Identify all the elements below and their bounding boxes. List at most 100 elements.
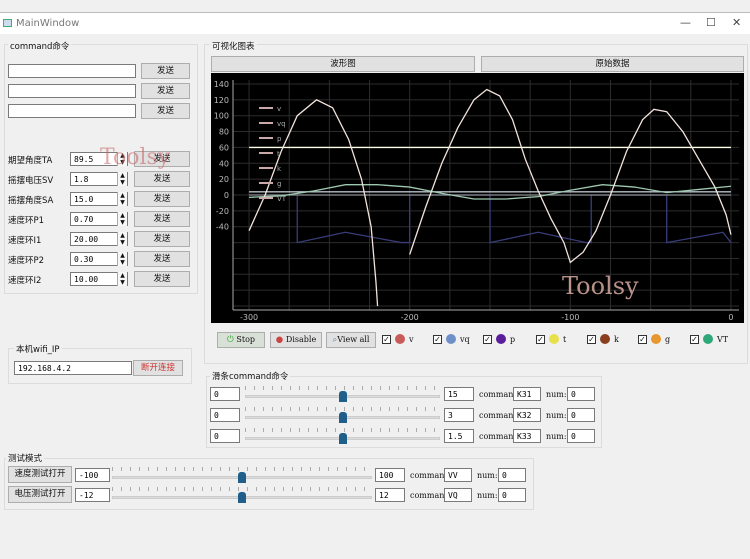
series-checkbox[interactable]: ✓ — [483, 335, 492, 344]
command-group-title: command命令 — [8, 40, 72, 52]
slider-max-input[interactable] — [375, 488, 405, 502]
command-input[interactable] — [444, 468, 472, 482]
series-checkbox[interactable]: ✓ — [382, 335, 391, 344]
y-tick-label: -40 — [216, 223, 229, 232]
spin-arrows-icon[interactable]: ▲ ▼ — [117, 192, 127, 206]
spin-arrows-icon[interactable]: ▲ ▼ — [117, 272, 127, 286]
legend-label: vq — [277, 120, 286, 128]
value-slider[interactable] — [245, 426, 440, 444]
slider-max-input[interactable] — [444, 429, 474, 443]
ip-input[interactable] — [14, 361, 132, 375]
series-color-icon — [446, 334, 456, 344]
disable-button[interactable]: ● Disable — [270, 332, 322, 348]
title-bar: MainWindow — ☐ ✕ — [0, 12, 750, 34]
series-checkbox[interactable]: ✓ — [638, 335, 647, 344]
y-tick-label: 120 — [214, 96, 229, 105]
spin-arrows-icon[interactable]: ▲ ▼ — [117, 252, 127, 266]
param-send-button[interactable]: 发送 — [134, 251, 190, 267]
slider-max-input[interactable] — [444, 408, 474, 422]
slider-min-input[interactable] — [210, 387, 240, 401]
slider-min-input[interactable] — [75, 468, 110, 482]
slider-handle[interactable] — [338, 412, 347, 423]
value-slider[interactable] — [112, 485, 372, 503]
slider-max-input[interactable] — [444, 387, 474, 401]
window-title: MainWindow — [16, 18, 80, 29]
command-input-1[interactable] — [8, 64, 136, 78]
spin-arrows-icon[interactable]: ▲ ▼ — [117, 232, 127, 246]
num-label: num: — [477, 491, 498, 500]
waveform-plot[interactable]: 140 120 100 80 60 40 20 0 -20 -40 -300 -200 -100 0 v vq… — [211, 73, 744, 323]
tab-waveform[interactable]: 波形图 — [211, 56, 475, 72]
param-send-button[interactable]: 发送 — [134, 271, 190, 287]
command-input-2[interactable] — [8, 84, 136, 98]
value-slider[interactable] — [245, 384, 440, 402]
close-button[interactable]: ✕ — [732, 16, 741, 29]
slider-group-title: 滑条command命令 — [210, 370, 291, 382]
maximize-button[interactable]: ☐ — [706, 16, 716, 29]
legend-label: g — [277, 180, 281, 188]
param-send-button[interactable]: 发送 — [134, 231, 190, 247]
series-toggle-label: p — [510, 335, 516, 344]
series-toggle-label: v — [409, 335, 414, 344]
slider-handle[interactable] — [338, 433, 347, 444]
watermark: Toolsy — [100, 145, 171, 170]
slider-min-input[interactable] — [210, 408, 240, 422]
send-button-1[interactable]: 发送 — [141, 63, 190, 79]
y-tick-label: 40 — [219, 159, 229, 168]
slider-max-input[interactable] — [375, 468, 405, 482]
series-toggle-label: t — [563, 335, 567, 344]
slider-min-input[interactable] — [75, 488, 110, 502]
power-icon: ⏻ — [226, 335, 234, 345]
param-send-button[interactable]: 发送 — [134, 171, 190, 187]
num-input[interactable] — [498, 468, 526, 482]
command-input[interactable] — [513, 387, 541, 401]
command-input-3[interactable] — [8, 104, 136, 118]
slider-handle[interactable] — [238, 472, 246, 483]
series-color-icon — [703, 334, 713, 344]
test-toggle-button[interactable]: 速度测试打开 — [8, 466, 72, 483]
disable-label: Disable — [285, 335, 317, 344]
chart-group-title: 可视化图表 — [210, 40, 257, 52]
num-input[interactable] — [567, 408, 595, 422]
slider-min-input[interactable] — [210, 429, 240, 443]
stop-button[interactable]: ⏻ Stop — [217, 332, 265, 348]
y-tick-label: 60 — [219, 143, 229, 152]
series-checkbox[interactable]: ✓ — [433, 335, 442, 344]
spin-arrows-icon[interactable]: ▲ ▼ — [117, 212, 127, 226]
series-checkbox[interactable]: ✓ — [536, 335, 545, 344]
watermark-chart: Toolsy — [562, 272, 639, 300]
view-all-button[interactable]: ⌕View all — [326, 332, 376, 348]
disconnect-button[interactable]: 断开连接 — [133, 360, 183, 376]
series-checkbox[interactable]: ✓ — [690, 335, 699, 344]
minimize-button[interactable]: — — [680, 16, 691, 29]
spin-arrows-icon[interactable]: ▲ ▼ — [117, 172, 127, 186]
y-tick-label: 140 — [214, 80, 229, 89]
num-input[interactable] — [567, 387, 595, 401]
command-input[interactable] — [513, 429, 541, 443]
test-toggle-button[interactable]: 电压测试打开 — [8, 486, 72, 503]
view-all-label: View all — [337, 335, 370, 344]
value-slider[interactable] — [112, 465, 372, 483]
test-group-title: 测试模式 — [6, 452, 45, 464]
param-label: 期望角度TA — [8, 156, 53, 166]
command-input[interactable] — [444, 488, 472, 502]
value-slider[interactable] — [245, 405, 440, 423]
param-send-button[interactable]: 发送 — [134, 191, 190, 207]
num-label: num: — [546, 432, 567, 441]
slider-handle[interactable] — [238, 492, 246, 503]
x-tick-label: -200 — [401, 313, 419, 322]
tab-raw-data[interactable]: 原始数据 — [481, 56, 744, 72]
num-label: num: — [546, 411, 567, 420]
plot-background — [211, 73, 744, 323]
slider-handle[interactable] — [338, 391, 347, 402]
command-input[interactable] — [513, 408, 541, 422]
send-button-3[interactable]: 发送 — [141, 103, 190, 119]
param-send-button[interactable]: 发送 — [134, 211, 190, 227]
num-input[interactable] — [498, 488, 526, 502]
send-button-2[interactable]: 发送 — [141, 83, 190, 99]
num-label: num: — [546, 390, 567, 399]
param-label: 摇摆电压SV — [8, 176, 54, 186]
num-input[interactable] — [567, 429, 595, 443]
series-toggle-label: VT — [717, 335, 729, 344]
series-checkbox[interactable]: ✓ — [587, 335, 596, 344]
